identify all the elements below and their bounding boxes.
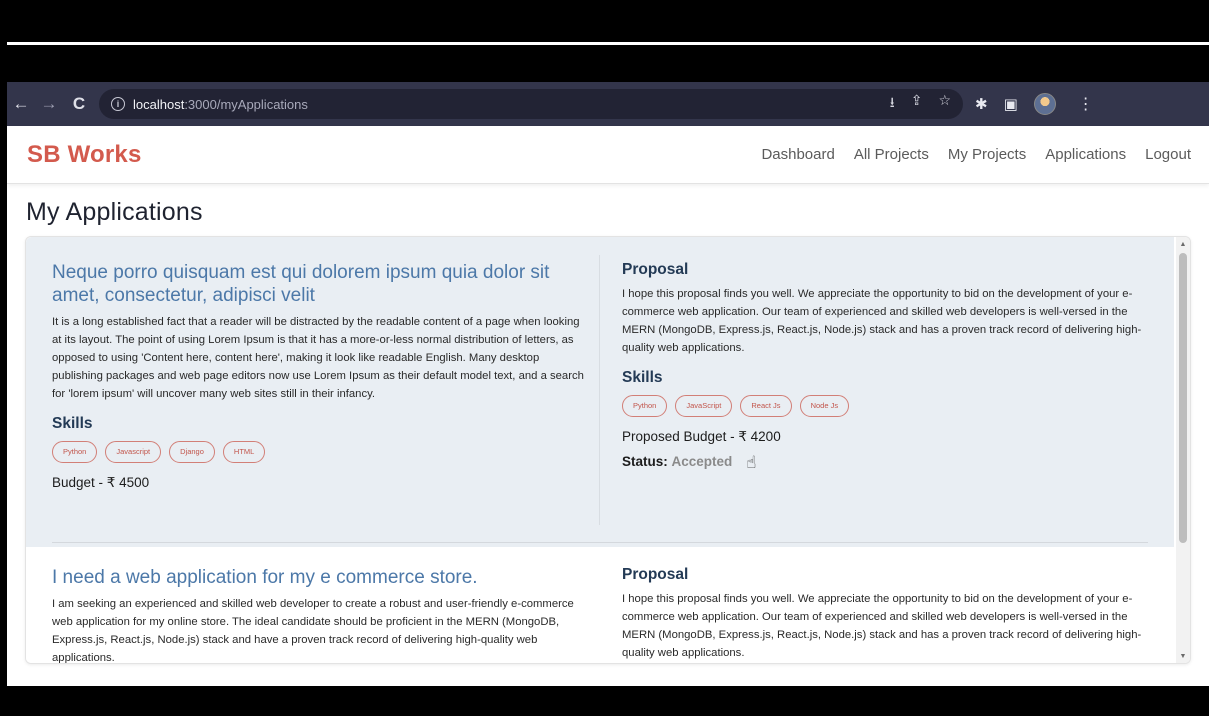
project-column: Neque porro quisquam est qui dolorem ips…	[52, 261, 586, 491]
share-icon[interactable]: ⇪	[911, 92, 923, 116]
site-info-icon[interactable]: i	[111, 97, 125, 111]
skill-tag: Node Js	[799, 395, 850, 417]
reload-icon[interactable]: C	[67, 92, 91, 116]
skill-tag: Python	[52, 441, 98, 463]
proposed-budget: Proposed Budget - ₹ 4200	[622, 429, 781, 444]
url-path: :3000/myApplications	[184, 96, 308, 112]
letterbox-stripe	[7, 42, 1209, 45]
column-divider	[599, 255, 600, 525]
browser-viewport: ← → C i localhost:3000/myApplications ⭳ …	[7, 82, 1209, 686]
bookmark-star-icon[interactable]: ☆	[938, 92, 951, 116]
skill-tag: HTML	[222, 441, 266, 463]
proposal-heading: Proposal	[622, 261, 689, 278]
scrollbar-thumb[interactable]	[1179, 253, 1187, 543]
scroll-up-arrow-icon[interactable]: ▲	[1179, 241, 1187, 249]
url-host: localhost	[133, 96, 185, 112]
project-skills: Python Javascript Django HTML	[52, 441, 586, 463]
proposal-text: I hope this proposal finds you well. We …	[622, 288, 1142, 354]
browser-menu-icon[interactable]: ⋮	[1072, 94, 1100, 114]
project-description: It is a long established fact that a rea…	[52, 316, 584, 400]
proposal-skills: Python JavaScript React Js Node Js	[622, 395, 1152, 417]
nav-dashboard[interactable]: Dashboard	[761, 146, 834, 163]
project-description: I am seeking an experienced and skilled …	[52, 598, 574, 664]
scroll-down-arrow-icon[interactable]: ▼	[1179, 653, 1187, 661]
extensions-puzzle-icon[interactable]: ✱	[975, 95, 988, 113]
applications-list: Neque porro quisquam est qui dolorem ips…	[25, 236, 1191, 664]
forward-arrow-icon[interactable]: →	[37, 92, 61, 116]
proposal-text: I hope this proposal finds you well. We …	[622, 593, 1142, 659]
list-scrollbar[interactable]: ▲ ▼	[1176, 237, 1190, 663]
application-status: Status: Accepted ☝	[622, 451, 1152, 472]
browser-toolbar: ← → C i localhost:3000/myApplications ⭳ …	[7, 82, 1209, 126]
project-column: I need a web application for my e commer…	[52, 566, 586, 664]
nav-links: Dashboard All Projects My Projects Appli…	[761, 146, 1209, 163]
brand-logo[interactable]: SB Works	[27, 141, 142, 169]
proposal-skills-heading: Skills	[622, 369, 663, 386]
skill-tag: Django	[169, 441, 215, 463]
nav-my-projects[interactable]: My Projects	[948, 146, 1026, 163]
profile-avatar[interactable]	[1033, 93, 1056, 115]
status-badge: Accepted	[671, 454, 733, 469]
address-bar[interactable]: i localhost:3000/myApplications ⭳ ⇪ ☆	[99, 89, 963, 119]
video-letterbox-top	[0, 0, 1209, 82]
video-letterbox-bottom	[0, 686, 1209, 716]
project-title: I need a web application for my e commer…	[52, 567, 478, 588]
skill-tag: Python	[622, 395, 668, 417]
status-label: Status:	[622, 454, 668, 469]
skills-heading: Skills	[52, 415, 93, 432]
skill-tag: React Js	[740, 395, 792, 417]
nav-logout[interactable]: Logout	[1145, 146, 1191, 163]
nav-all-projects[interactable]: All Projects	[854, 146, 929, 163]
nav-applications[interactable]: Applications	[1045, 146, 1126, 163]
page-title: My Applications	[26, 198, 203, 226]
proposal-column: Proposal I hope this proposal finds you …	[622, 566, 1152, 662]
skill-tag: Javascript	[105, 441, 162, 463]
back-arrow-icon[interactable]: ←	[9, 92, 33, 116]
card-divider	[52, 542, 1148, 543]
side-panel-icon[interactable]: ▣	[1004, 95, 1018, 113]
skill-tag: JavaScript	[675, 395, 733, 417]
project-budget: Budget - ₹ 4500	[52, 475, 150, 490]
pointer-hand-icon: ☝	[746, 453, 757, 472]
app-navbar: SB Works Dashboard All Projects My Proje…	[7, 126, 1209, 184]
proposal-heading: Proposal	[622, 566, 689, 583]
proposal-column: Proposal I hope this proposal finds you …	[622, 261, 1152, 472]
application-card: Neque porro quisquam est qui dolorem ips…	[26, 237, 1174, 547]
project-title: Neque porro quisquam est qui dolorem ips…	[52, 262, 550, 306]
install-app-icon[interactable]: ⭳	[890, 92, 895, 116]
application-card: I need a web application for my e commer…	[26, 553, 1174, 664]
